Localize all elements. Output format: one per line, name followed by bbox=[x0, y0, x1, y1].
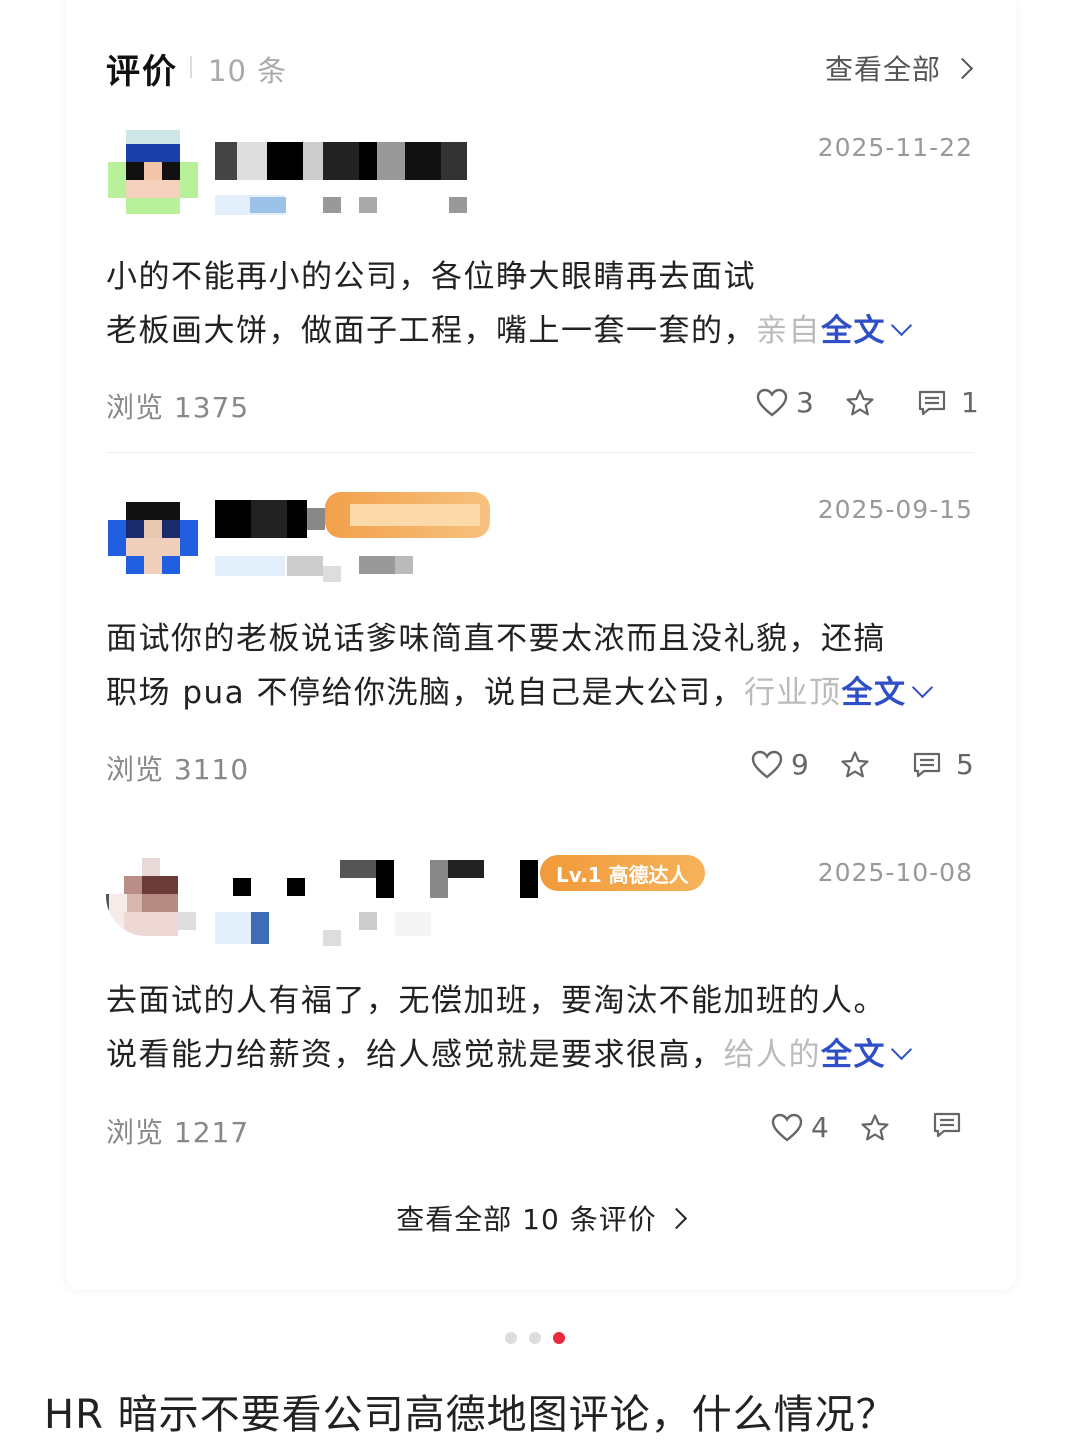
review-text[interactable]: 小的不能再小的公司，各位睁大眼睛再去面试 老板画大饼，做面子工程，嘴上一套一套的… bbox=[106, 250, 974, 358]
username-redacted bbox=[215, 860, 540, 898]
view-all-link[interactable]: 查看全部 bbox=[824, 48, 974, 88]
review-date: 2025-10-08 bbox=[817, 858, 973, 887]
like-count: 3 bbox=[796, 386, 814, 419]
avatar[interactable] bbox=[108, 492, 198, 574]
review-text[interactable]: 面试你的老板说话爹味简直不要太浓而且没礼貌，还搞 职场 pua 不停给你洗脑，说… bbox=[106, 612, 974, 720]
view-all-reviews-label: 查看全部 10 条评价 bbox=[396, 1203, 657, 1236]
username-redacted bbox=[215, 500, 325, 538]
favorite-button[interactable] bbox=[860, 1113, 890, 1143]
section-title: 评价 bbox=[106, 52, 178, 92]
review-line-2: 职场 pua 不停给你洗脑，说自己是大公司，行业顶全文 bbox=[106, 666, 974, 720]
comment-button[interactable]: 1 bbox=[917, 386, 979, 419]
heart-icon bbox=[751, 750, 783, 779]
review-line-1: 小的不能再小的公司，各位睁大眼睛再去面试 bbox=[106, 259, 756, 295]
review-line-2: 说看能力给薪资，给人感觉就是要求很高，给人的全文 bbox=[106, 1028, 974, 1082]
like-button[interactable]: 9 bbox=[751, 748, 809, 781]
view-all-label: 查看全部 bbox=[824, 53, 941, 86]
star-icon bbox=[841, 751, 869, 778]
comment-icon bbox=[918, 390, 946, 415]
expand-fulltext-button[interactable]: 全文 bbox=[821, 1037, 886, 1073]
comment-count: 1 bbox=[961, 386, 979, 419]
like-button[interactable]: 4 bbox=[771, 1111, 829, 1144]
heart-icon bbox=[756, 388, 788, 417]
title-divider bbox=[190, 56, 192, 78]
avatar[interactable] bbox=[106, 858, 196, 936]
heart-icon bbox=[771, 1113, 803, 1142]
review-divider bbox=[106, 452, 974, 453]
view-count: 浏览 1217 bbox=[106, 1116, 250, 1149]
review-date: 2025-09-15 bbox=[817, 495, 973, 524]
view-all-reviews-link[interactable]: 查看全部 10 条评价 bbox=[0, 1198, 1080, 1238]
review-line-1: 面试你的老板说话爹味简直不要太浓而且没礼貌，还搞 bbox=[106, 621, 886, 657]
comment-button[interactable]: 5 bbox=[912, 748, 974, 781]
review-line-1: 去面试的人有福了，无偿加班，要淘汰不能加班的人。 bbox=[106, 983, 886, 1019]
chevron-right-icon bbox=[951, 57, 974, 79]
user-meta-redacted bbox=[215, 195, 467, 215]
level-badge-redacted bbox=[325, 492, 490, 538]
review-date: 2025-11-22 bbox=[817, 133, 973, 162]
comment-count: 5 bbox=[956, 748, 974, 781]
expand-fulltext-button[interactable]: 全文 bbox=[821, 313, 886, 349]
chevron-right-icon bbox=[665, 1207, 687, 1229]
chevron-down-icon bbox=[890, 1038, 913, 1061]
username-redacted bbox=[215, 142, 467, 180]
review-line-2: 老板画大饼，做面子工程，嘴上一套一套的，亲自全文 bbox=[106, 304, 974, 358]
chevron-down-icon bbox=[911, 676, 933, 699]
avatar[interactable] bbox=[108, 130, 198, 214]
expand-fulltext-button[interactable]: 全文 bbox=[842, 675, 907, 711]
user-meta-redacted bbox=[215, 556, 455, 582]
star-icon bbox=[846, 389, 874, 416]
view-count: 浏览 3110 bbox=[106, 753, 250, 786]
comment-icon bbox=[913, 752, 941, 777]
favorite-button[interactable] bbox=[845, 388, 875, 418]
level-badge: Lv.1 高德达人 bbox=[540, 855, 705, 891]
star-icon bbox=[861, 1114, 889, 1141]
comment-button[interactable] bbox=[932, 1111, 962, 1139]
carousel-dot[interactable] bbox=[529, 1332, 541, 1344]
user-meta-redacted bbox=[215, 912, 435, 946]
like-count: 9 bbox=[791, 748, 809, 781]
review-count: 10 条 bbox=[208, 54, 288, 88]
comment-icon bbox=[933, 1112, 961, 1138]
chevron-down-icon bbox=[890, 314, 913, 337]
carousel-dot-active[interactable] bbox=[553, 1332, 565, 1344]
like-count: 4 bbox=[811, 1111, 829, 1144]
review-text[interactable]: 去面试的人有福了，无偿加班，要淘汰不能加班的人。 说看能力给薪资，给人感觉就是要… bbox=[106, 974, 974, 1082]
post-caption: HR 暗示不要看公司高德地图评论，什么情况？ bbox=[44, 1392, 897, 1438]
carousel-dot[interactable] bbox=[505, 1332, 517, 1344]
favorite-button[interactable] bbox=[840, 750, 870, 780]
like-button[interactable]: 3 bbox=[756, 386, 814, 419]
view-count: 浏览 1375 bbox=[106, 391, 250, 424]
